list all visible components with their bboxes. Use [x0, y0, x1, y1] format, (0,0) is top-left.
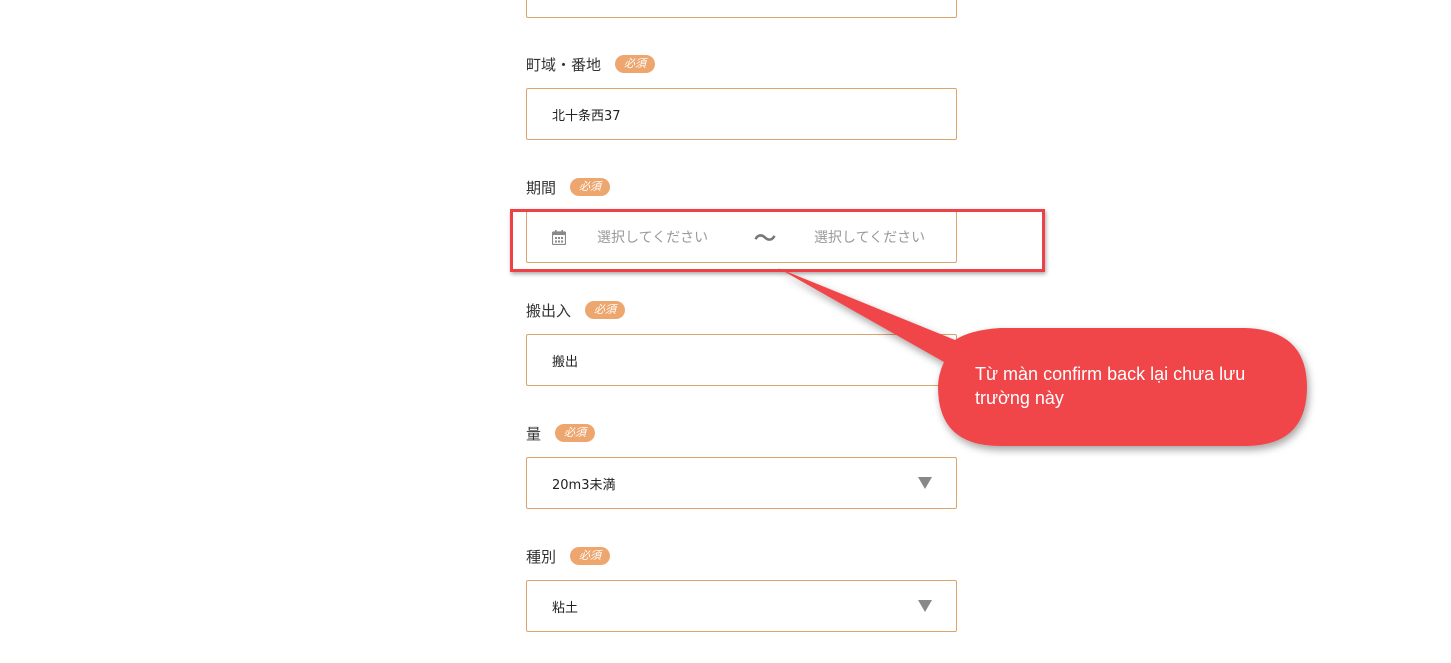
- required-badge: 必須: [555, 424, 596, 442]
- address-street-input[interactable]: 北十条西37: [526, 88, 957, 140]
- dropdown-arrow-icon[interactable]: [918, 477, 932, 489]
- required-badge: 必須: [585, 301, 626, 319]
- required-badge: 必須: [615, 55, 656, 73]
- previous-field-input[interactable]: [526, 0, 957, 18]
- carry-value: 搬出: [552, 354, 579, 370]
- address-street-label: 町域・番地: [526, 55, 602, 74]
- address-street-label-row: 町域・番地 必須: [526, 52, 656, 76]
- type-select[interactable]: 粘土: [526, 580, 957, 632]
- carry-select[interactable]: 搬出: [526, 334, 957, 386]
- type-value: 粘土: [552, 600, 579, 616]
- period-label: 期間: [526, 178, 557, 197]
- carry-label: 搬出入: [526, 301, 572, 320]
- annotation-text: Từ màn confirm back lại chưa lưu trường …: [975, 364, 1246, 408]
- required-badge: 必須: [570, 178, 611, 196]
- annotation-highlight-rect: [510, 209, 1045, 272]
- amount-value: 20m3未満: [552, 477, 616, 493]
- type-label: 種別: [526, 547, 557, 566]
- dropdown-arrow-icon[interactable]: [918, 600, 932, 612]
- form-page: 町域・番地 必須 北十条西37 期間 必須 選択してください 〜 選択してくださ…: [0, 0, 1451, 663]
- carry-label-row: 搬出入 必須: [526, 298, 626, 322]
- period-label-row: 期間 必須: [526, 175, 611, 199]
- type-label-row: 種別 必須: [526, 544, 611, 568]
- amount-select[interactable]: 20m3未満: [526, 457, 957, 509]
- required-badge: 必須: [570, 547, 611, 565]
- amount-label: 量: [526, 424, 542, 443]
- address-street-value: 北十条西37: [552, 108, 621, 124]
- amount-label-row: 量 必須: [526, 421, 596, 445]
